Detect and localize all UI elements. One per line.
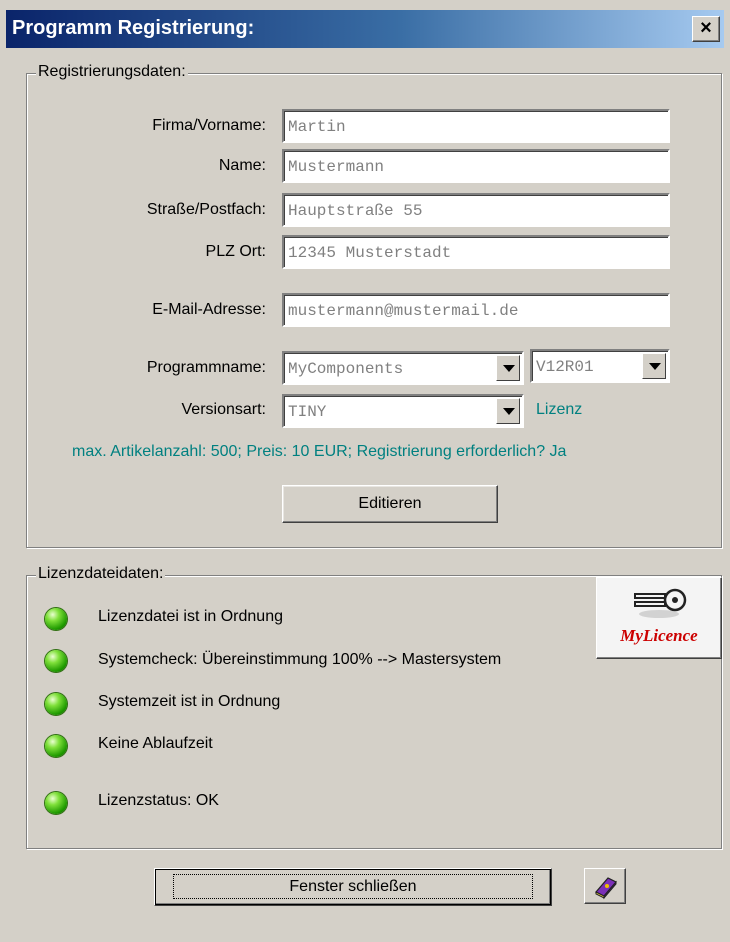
close-window-button[interactable]: Fenster schließen [154,868,552,906]
plz-field[interactable]: 12345 Musterstadt [282,235,670,269]
status-led-icon [45,735,67,757]
strasse-field[interactable]: Hauptstraße 55 [282,193,670,227]
versionsart-label: Versionsart: [181,401,266,418]
close-icon[interactable]: × [692,16,720,42]
status-text: Keine Ablaufzeit [98,735,213,752]
license-info-text: max. Artikelanzahl: 500; Preis: 10 EUR; … [72,443,567,460]
programmname-select[interactable]: MyComponents [282,351,524,385]
window-title: Programm Registrierung: [12,17,255,39]
name-field[interactable]: Mustermann [282,149,670,183]
edit-button[interactable]: Editieren [282,485,498,523]
help-book-svg [595,877,617,900]
license-group-legend: Lizenzdateidaten: [36,565,166,583]
version-value: V12R01 [536,358,594,376]
name-label: Name: [218,157,266,174]
status-text: Systemzeit ist in Ordnung [98,693,281,710]
status-text: Lizenzdatei ist in Ordnung [98,608,283,625]
mylicence-logo: MyLicence [596,577,722,659]
key-icon [634,588,687,618]
firma-label: Firma/Vorname: [152,117,266,134]
status-text: Systemcheck: Übereinstimmung 100% --> Ma… [98,651,502,668]
firma-field[interactable]: Martin [282,109,670,143]
strasse-label: Straße/Postfach: [146,201,266,218]
versionsart-select[interactable]: TINY [282,394,524,428]
programmname-label: Programmname: [146,359,266,376]
status-led-icon [45,650,67,672]
registration-group-legend: Registrierungsdaten: [36,63,188,81]
title-bar: Programm Registrierung: × [6,10,724,48]
logo-text: MyLicence [620,626,698,645]
status-led-icon [45,693,67,715]
chevron-down-icon[interactable] [642,353,666,379]
status-led-icon [45,608,67,630]
close-window-label: Fenster schließen [173,874,533,899]
email-label: E-Mail-Adresse: [152,301,266,318]
status-led-icon [45,792,67,814]
chevron-down-icon[interactable] [496,355,520,381]
lizenz-link[interactable]: Lizenz [536,401,582,419]
version-select[interactable]: V12R01 [530,349,670,383]
email-field[interactable]: mustermann@mustermail.de [282,293,670,327]
registration-dialog: Programm Registrierung: × Registrierungs… [0,0,730,942]
plz-label: PLZ Ort: [205,243,266,260]
versionsart-value: TINY [288,403,327,421]
help-book-icon[interactable] [584,868,626,904]
chevron-down-icon[interactable] [496,398,520,424]
programmname-value: MyComponents [288,360,404,378]
status-text: Lizenzstatus: OK [98,792,219,809]
